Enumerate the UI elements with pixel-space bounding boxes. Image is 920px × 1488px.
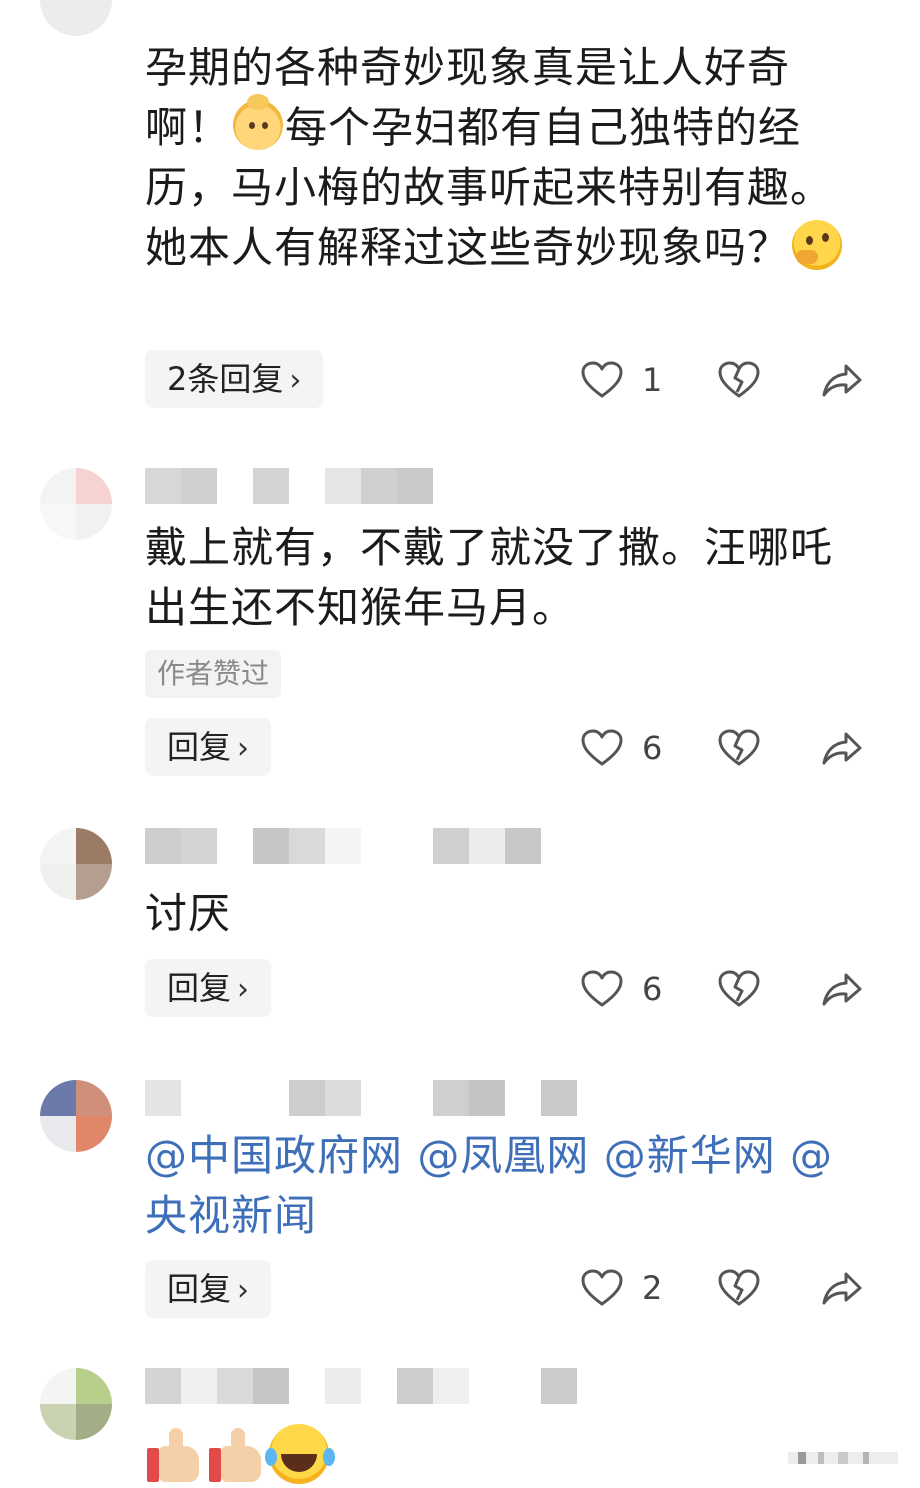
heart-outline-icon <box>581 361 623 398</box>
avatar[interactable] <box>40 468 112 540</box>
share-arrow-icon <box>822 1272 862 1305</box>
avatar[interactable] <box>40 0 112 36</box>
reply-button[interactable]: 回复 › <box>145 718 272 776</box>
broken-heart-icon <box>718 970 760 1007</box>
heart-outline-icon <box>581 1269 623 1306</box>
dislike-button[interactable] <box>717 350 761 410</box>
dislike-button[interactable] <box>717 1258 761 1318</box>
username-blurred[interactable] <box>145 1368 585 1404</box>
reply-label: 回复 <box>167 1270 232 1308</box>
heart-outline-icon <box>581 970 623 1007</box>
comment-actions: 6 <box>580 718 880 778</box>
comment-text: 讨厌 <box>145 889 232 938</box>
like-count: 6 <box>642 970 663 1008</box>
dislike-button[interactable] <box>717 959 761 1019</box>
thinking-face-emoji-icon <box>792 220 843 270</box>
view-replies-button[interactable]: 2条回复 › <box>145 350 324 408</box>
share-arrow-icon <box>822 364 862 397</box>
avatar[interactable] <box>40 828 112 900</box>
emoji-comment <box>145 1424 329 1488</box>
chevron-right-icon: › <box>237 731 250 766</box>
share-button[interactable] <box>820 350 864 410</box>
avatar[interactable] <box>40 1080 112 1152</box>
like-button[interactable]: 6 <box>580 718 662 778</box>
broken-heart-icon <box>718 1269 760 1306</box>
thumbs-up-emoji-icon <box>145 1426 203 1484</box>
share-arrow-icon <box>822 973 862 1006</box>
username-blurred[interactable] <box>145 1080 585 1116</box>
reply-label: 回复 <box>167 969 232 1007</box>
comment-text: 孕期的各种奇妙现象真是让人好奇啊！ 每个孕妇都有自己独特的经历，马小梅的故事听起来… <box>145 38 865 278</box>
like-count: 1 <box>642 361 663 399</box>
username-blurred[interactable] <box>145 468 445 504</box>
reply-label: 2条回复 <box>167 360 284 398</box>
username-blurred[interactable] <box>145 828 545 864</box>
thumbs-up-emoji-icon <box>207 1426 265 1484</box>
reply-button[interactable]: 回复 › <box>145 959 272 1017</box>
baby-emoji-icon <box>233 94 284 150</box>
comment-text: 戴上就有，不戴了就没了撒。汪哪吒出生还不知猴年马月。 <box>145 523 834 632</box>
avatar[interactable] <box>40 1368 112 1440</box>
reply-button[interactable]: 回复 › <box>145 1260 272 1318</box>
comment-actions: 2 <box>580 1258 880 1318</box>
heart-outline-icon <box>581 729 623 766</box>
like-count: 2 <box>642 1269 663 1307</box>
like-button[interactable]: 2 <box>580 1258 662 1318</box>
mentions-text[interactable]: @中国政府网 @凤凰网 @新华网 @央视新闻 <box>145 1126 865 1246</box>
chevron-right-icon: › <box>237 1273 250 1308</box>
author-liked-tag: 作者赞过 <box>145 650 282 698</box>
share-button[interactable] <box>820 718 864 778</box>
share-button[interactable] <box>820 1258 864 1318</box>
broken-heart-icon <box>718 729 760 766</box>
chevron-right-icon: › <box>289 363 302 398</box>
share-arrow-icon <box>822 732 862 765</box>
watermark-icon <box>788 1452 898 1464</box>
broken-heart-icon <box>718 361 760 398</box>
comment-actions: 1 <box>580 350 880 410</box>
dislike-button[interactable] <box>717 718 761 778</box>
share-button[interactable] <box>820 959 864 1019</box>
tears-of-joy-emoji-icon <box>265 1424 329 1484</box>
reply-label: 回复 <box>167 728 232 766</box>
like-count: 6 <box>642 729 663 767</box>
like-button[interactable]: 1 <box>580 350 662 410</box>
chevron-right-icon: › <box>237 972 250 1007</box>
like-button[interactable]: 6 <box>580 959 662 1019</box>
comment-actions: 6 <box>580 959 880 1019</box>
